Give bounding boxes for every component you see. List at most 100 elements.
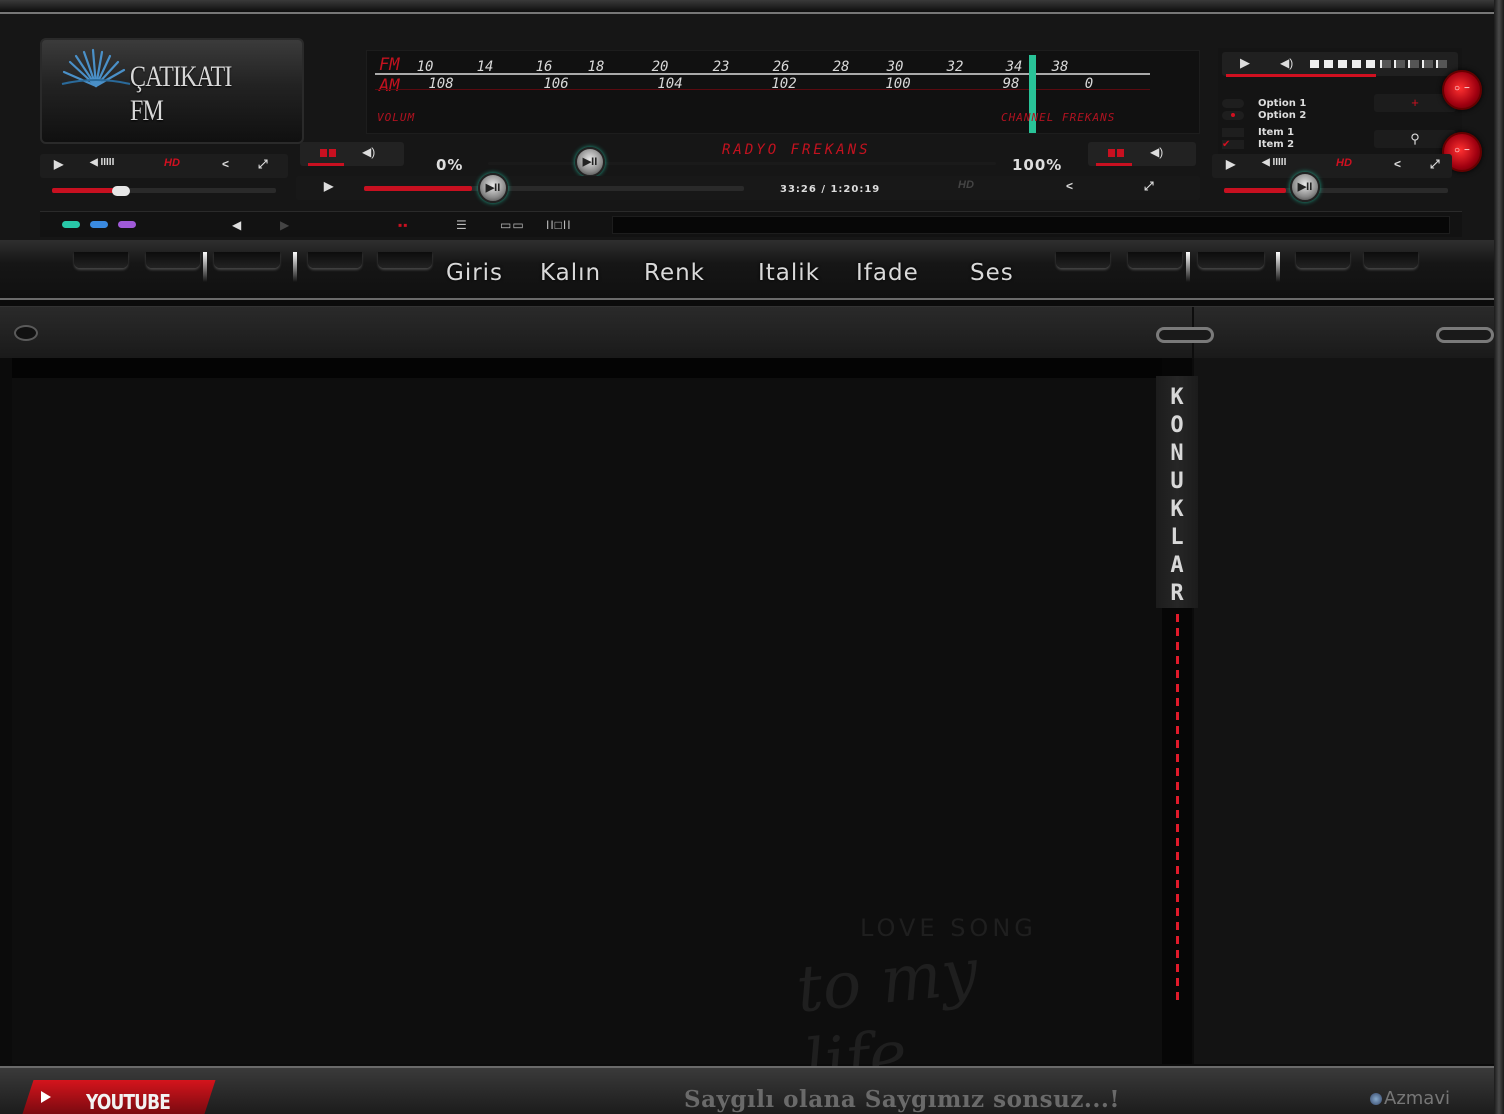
main-menu: Giris Kalın Renk Italik Ifade Ses [0,240,1494,300]
share-icon[interactable]: < [1394,157,1401,171]
menu-item-giris[interactable]: Giris [446,260,503,286]
progress-bar[interactable] [1226,74,1376,77]
right-control-bar: ▶ ◀ IIIII HD < ⤢ [1212,154,1452,178]
content-header [0,306,1494,359]
volume-bars-icon[interactable]: ◀ IIIII [90,157,114,168]
item-1-label: Item 1 [1258,127,1295,138]
play-icon[interactable]: ▶ [324,179,333,193]
station-name: ÇATIKATI FM [130,60,232,127]
volume-max-label: 100% [1012,156,1063,174]
teal-color-dot[interactable] [62,221,80,228]
guest-list-panel[interactable] [1194,358,1494,1064]
menu-item-ses[interactable]: Ses [970,260,1014,286]
clip-icon [1156,327,1214,343]
center-mini-controls-left: ◀) [300,142,404,166]
top-frame [0,0,1504,14]
menu-item-kalın[interactable]: Kalın [540,260,601,286]
option-2-label: Option 2 [1258,110,1307,121]
power-knob-top[interactable]: ○− [1442,70,1482,110]
item-2-checkbox[interactable]: ✔ Item 2 [1222,139,1294,150]
volume-icon[interactable]: ◀) [362,145,375,159]
filmstrip-view-icon[interactable]: II□II [546,218,572,232]
blue-color-dot[interactable] [90,221,108,228]
option-1-label: Option 1 [1258,98,1307,109]
play-icon[interactable]: ▶ [54,157,63,171]
hd-button-dim[interactable]: HD [958,179,974,191]
volume-slider-handle[interactable]: ▶II [575,147,605,177]
footer-credit: Azmavi [1370,1088,1450,1109]
love-song-watermark: LOVE SONG to my life [790,880,1100,1101]
share-icon[interactable]: < [222,157,229,171]
fullscreen-icon[interactable]: ⤢ [1144,179,1154,194]
am-scale: 108 106 104 102 100 98 0 [425,76,1165,94]
fan-logo-icon [61,48,131,88]
play-icon[interactable]: ▶ [1226,157,1235,171]
footer-motto: Saygılı olana Saygımız sonsuz...! [684,1086,1120,1113]
next-icon[interactable]: ▶ [280,218,290,232]
mini-player-bar: ▶ ◀) [1222,52,1458,77]
columns-view-icon[interactable]: ▭▭ [500,218,525,232]
previous-icon[interactable]: ◀ [232,218,242,232]
hd-button[interactable]: HD [1336,157,1352,169]
guests-tab-letter: R [1170,581,1184,606]
am-band-label: AM [379,76,400,96]
left-control-bar: ▶ ◀ IIIII HD < ⤢ [40,154,288,178]
clip-icon [1436,327,1494,343]
fullscreen-icon[interactable]: ⤢ [258,157,268,172]
volume-min-label: 0% [436,156,464,174]
footer-bar: YOUTUBE Saygılı olana Saygımız sonsuz...… [0,1066,1494,1114]
level-meter-dim [1382,60,1450,68]
share-icon[interactable]: < [1066,179,1073,193]
guests-tab-letter: U [1170,469,1184,494]
volume-slider[interactable] [488,162,996,165]
option-2-radio[interactable]: Option 2 [1222,110,1306,121]
youtube-label[interactable]: YOUTUBE [86,1090,171,1114]
guests-tab-letter: N [1170,441,1184,466]
volume-icon[interactable]: ◀) [1280,56,1293,70]
pause-icon[interactable] [1108,149,1124,157]
dashed-separator [1176,614,1179,1006]
right-volume-slider[interactable] [1224,188,1448,193]
fm-band-label: FM [379,55,400,75]
purple-color-dot[interactable] [118,221,136,228]
menu-item-ifade[interactable]: Ifade [856,260,919,286]
fullscreen-icon[interactable]: ⤢ [1430,157,1440,172]
station-logo: ÇATIKATI FM [40,38,304,144]
hd-button[interactable]: HD [164,157,180,169]
seek-slider[interactable] [364,186,744,191]
radio-player: ÇATIKATI FM FM AM 10 14 16 18 20 23 26 28 30 32 34… [0,14,1494,240]
menu-item-italik[interactable]: Italik [758,260,820,286]
pause-icon[interactable] [320,149,336,157]
time-display: 33:26 / 1:20:19 [780,184,881,195]
tuner-dial[interactable]: FM AM 10 14 16 18 20 23 26 28 30 32 34 38 108 106 104… [366,50,1200,134]
volume-bars-icon[interactable]: ◀ IIIII [1262,157,1286,168]
radio-frequency-label: RADYO FREKANS [722,142,871,158]
volume-icon[interactable]: ◀) [1150,145,1163,159]
grid-view-icon[interactable]: ▪▪ [398,218,409,232]
options-panel: ▶ ◀) Option 1 Option 2 Item 1 ✔ Item 2 + … [1218,48,1462,156]
guests-tab[interactable]: KONUKLAR [1156,376,1198,608]
volume-label: VOLUM [377,111,416,124]
globe-icon [1370,1093,1382,1105]
player-bottom-bar: ◀ ▶ ▪▪ ☰ ▭▭ II□II [40,211,1462,237]
center-mini-controls-right: ◀) [1088,142,1196,166]
left-volume-slider[interactable] [52,188,276,193]
item-1-checkbox[interactable]: Item 1 [1222,127,1294,138]
channel-frequency-label: CHANNEL FREKANS [1001,111,1116,124]
youtube-play-icon[interactable] [34,1088,56,1106]
option-1-radio[interactable]: Option 1 [1222,98,1306,109]
item-2-label: Item 2 [1258,139,1295,150]
guests-tab-letter: K [1170,385,1184,410]
play-icon[interactable]: ▶ [1240,55,1250,71]
menu-item-renk[interactable]: Renk [644,260,705,286]
right-frame [1494,0,1504,1114]
guests-tab-letter: K [1170,497,1184,522]
left-volume-handle[interactable] [112,186,130,196]
guests-tab-letter: L [1170,525,1184,550]
list-view-icon[interactable]: ☰ [456,218,468,232]
credit-name: Azmavi [1384,1088,1450,1109]
info-display [612,216,1450,234]
right-volume-handle[interactable]: ▶II [1290,172,1320,202]
guests-tab-letter: O [1170,413,1184,438]
seek-slider-handle[interactable]: ▶II [478,173,508,203]
